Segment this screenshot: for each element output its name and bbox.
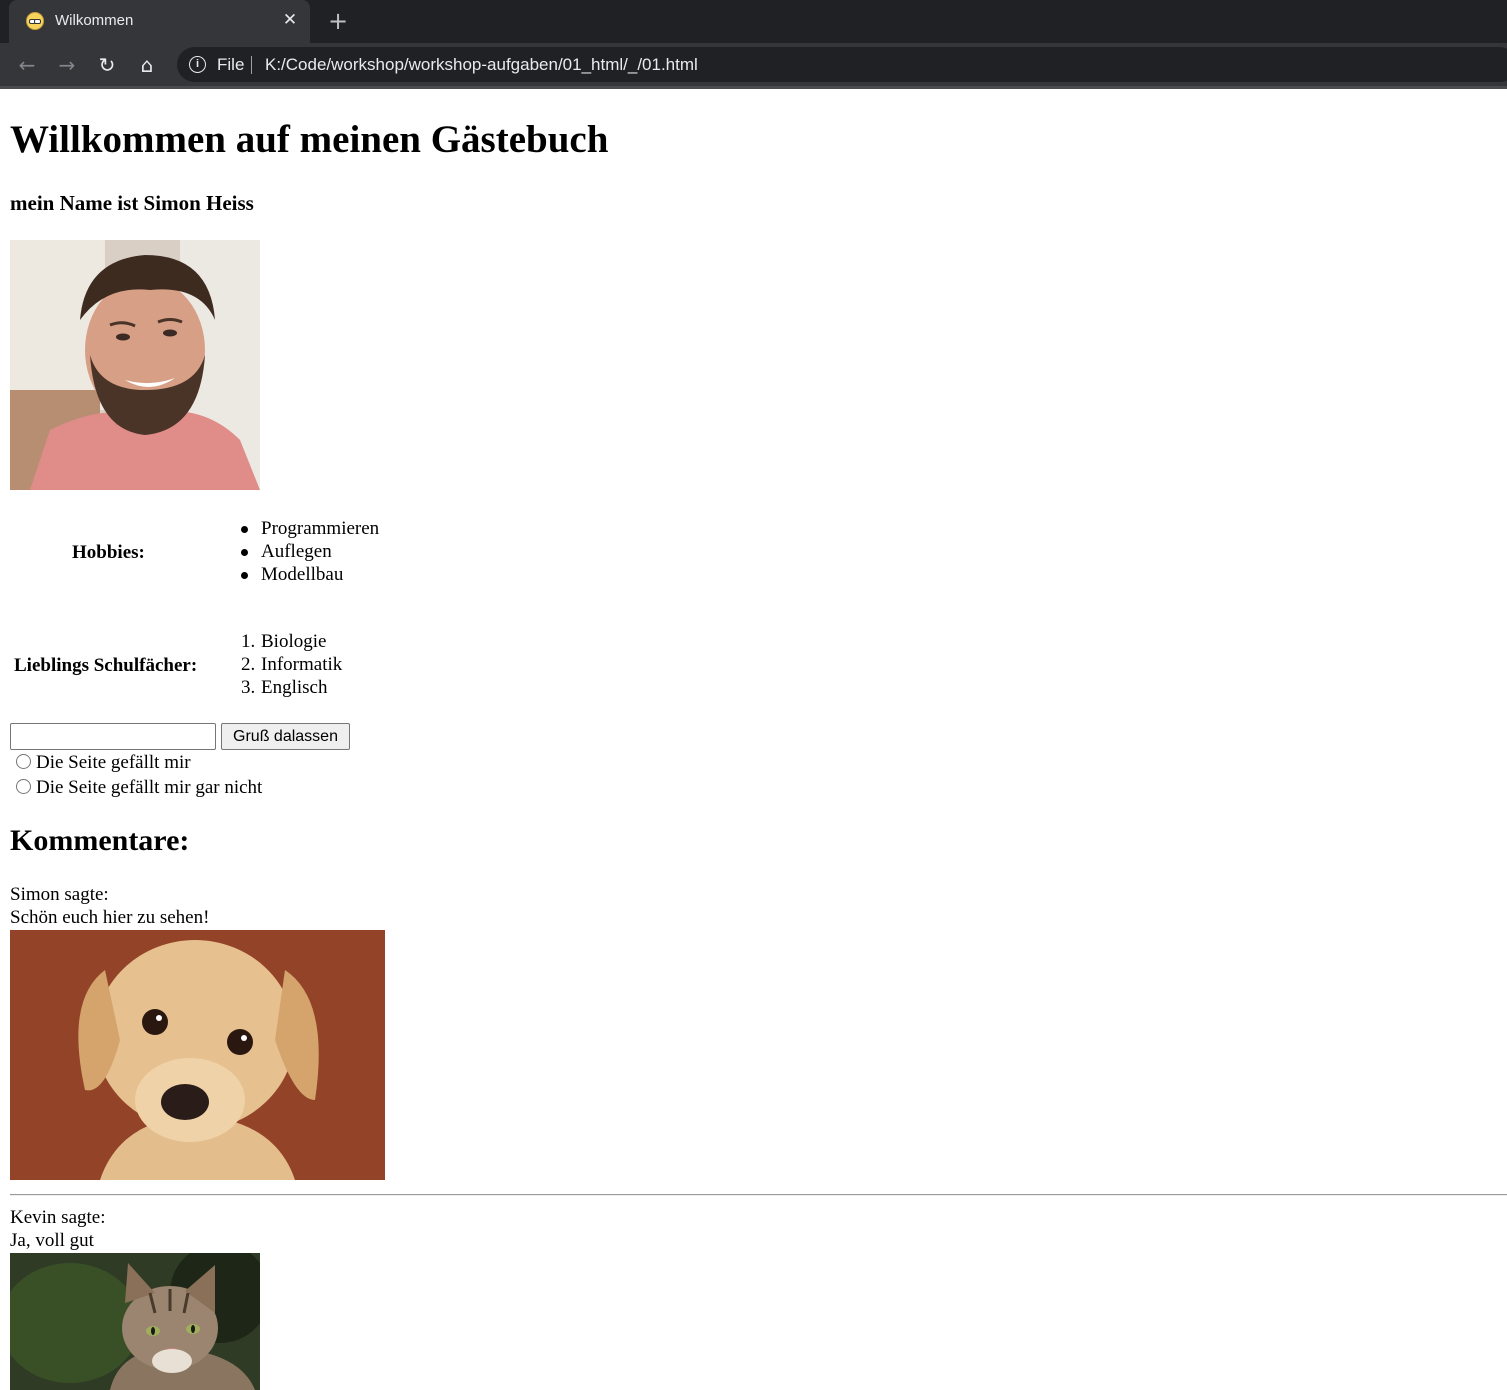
browser-tab-bar: Wilkommen ✕ + <box>0 0 1507 43</box>
subject-item: Biologie <box>261 631 327 652</box>
hobby-item: Auflegen <box>261 541 332 562</box>
forward-arrow-icon[interactable]: → <box>53 51 81 79</box>
radio-label-like: Die Seite gefällt mir <box>36 752 191 773</box>
portrait-photo <box>10 240 260 490</box>
comment-text: Schön euch hier zu sehen! <box>10 907 210 928</box>
subjects-label: Lieblings Schulfächer: <box>14 655 198 676</box>
reload-icon[interactable]: ↻ <box>93 51 121 79</box>
browser-toolbar: ← → ↻ ⌂ i File K:/Code/workshop/workshop… <box>0 43 1507 86</box>
tab-title: Wilkommen <box>55 12 134 29</box>
comments-heading: Kommentare: <box>10 824 190 857</box>
hobbies-label: Hobbies: <box>72 542 145 563</box>
hobby-item: Programmieren <box>261 518 380 539</box>
page-subtitle: mein Name ist Simon Heiss <box>10 191 254 215</box>
home-icon[interactable]: ⌂ <box>133 51 161 79</box>
comment-author: Kevin sagte: <box>10 1207 106 1228</box>
page-content: Willkommen auf meinen Gästebuch mein Nam… <box>0 89 1507 1390</box>
list-number: 3. <box>241 677 256 698</box>
new-tab-button[interactable]: + <box>325 8 351 34</box>
dog-photo <box>10 930 385 1180</box>
subject-item: Informatik <box>261 654 343 675</box>
back-arrow-icon[interactable]: ← <box>13 51 41 79</box>
url-text[interactable]: K:/Code/workshop/workshop-aufgaben/01_ht… <box>265 55 698 75</box>
address-bar[interactable]: i File K:/Code/workshop/workshop-aufgabe… <box>177 47 1507 82</box>
greeting-submit-button[interactable]: Gruß dalassen <box>221 723 350 750</box>
greeting-input[interactable] <box>10 723 216 750</box>
radio-label-dislike: Die Seite gefällt mir gar nicht <box>36 777 263 798</box>
emoji-face-icon <box>26 12 44 30</box>
radio-dislike[interactable] <box>16 779 31 794</box>
browser-tab[interactable]: Wilkommen ✕ <box>9 0 310 43</box>
list-bullet <box>241 526 248 533</box>
info-icon[interactable]: i <box>189 56 206 73</box>
url-separator <box>251 56 252 74</box>
url-scheme-label: File <box>217 55 245 74</box>
comment-divider <box>10 1194 1507 1196</box>
subject-item: Englisch <box>261 677 328 698</box>
list-number: 2. <box>241 654 256 675</box>
list-bullet <box>241 549 248 556</box>
hobby-item: Modellbau <box>261 564 344 585</box>
close-tab-icon[interactable]: ✕ <box>279 9 301 31</box>
cat-photo <box>10 1253 260 1390</box>
comment-text: Ja, voll gut <box>10 1230 94 1251</box>
list-number: 1. <box>241 631 256 652</box>
comment-author: Simon sagte: <box>10 884 109 905</box>
list-bullet <box>241 572 248 579</box>
radio-like[interactable] <box>16 754 31 769</box>
page-title: Willkommen auf meinen Gästebuch <box>10 118 609 161</box>
